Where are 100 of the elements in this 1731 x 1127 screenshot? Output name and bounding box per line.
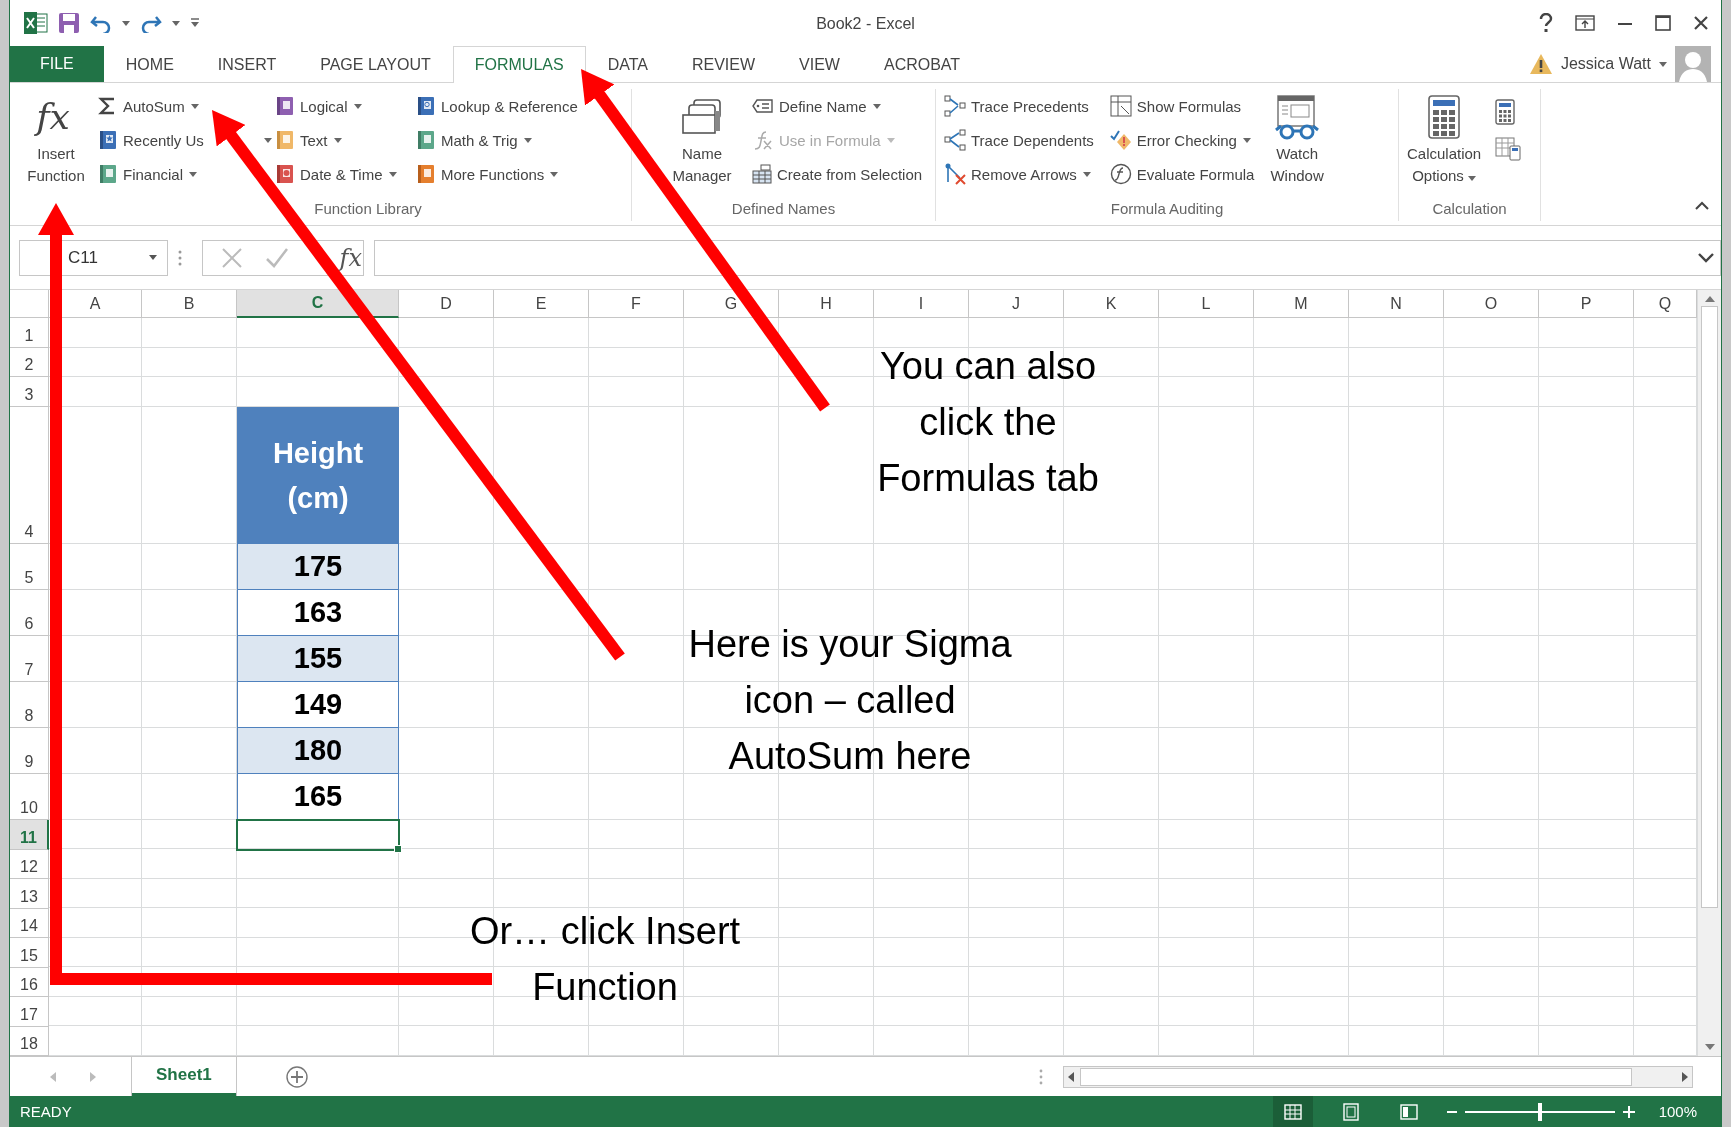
ribbon-display-icon[interactable]: [1575, 15, 1595, 31]
ribbon-button[interactable]: Create from Selection: [750, 157, 925, 191]
caret-icon[interactable]: [189, 171, 198, 177]
book-icon[interactable]: [416, 96, 436, 116]
expand-icon[interactable]: [1698, 252, 1714, 263]
column-header[interactable]: J: [969, 290, 1064, 318]
ribbon-tab[interactable]: PAGE LAYOUT: [298, 46, 453, 83]
ribbon-button[interactable]: Lookup & Reference: [414, 89, 580, 123]
column-header[interactable]: E: [494, 290, 589, 318]
ribbon-tab[interactable]: HOME: [103, 46, 196, 83]
calculator-icon[interactable]: [1428, 95, 1461, 139]
column-header[interactable]: H: [779, 290, 874, 318]
slider-thumb[interactable]: [1537, 1102, 1542, 1121]
column-header[interactable]: M: [1254, 290, 1349, 318]
book-icon[interactable]: [98, 164, 118, 184]
circle-function-icon[interactable]: [1109, 163, 1132, 185]
ribbon-tab[interactable]: FORMULAS: [452, 46, 586, 83]
caret-icon[interactable]: [333, 137, 342, 143]
ribbon-tab[interactable]: DATA: [585, 46, 670, 83]
ribbon-button[interactable]: Recently Us: [96, 123, 206, 157]
arrows-cross-icon[interactable]: [944, 163, 966, 185]
ribbon-button[interactable]: More Functions: [414, 157, 547, 191]
caret-icon[interactable]: [523, 137, 532, 143]
caret-icon[interactable]: [1082, 171, 1091, 177]
row-header[interactable]: 11: [10, 820, 49, 850]
ribbon-button[interactable]: Remove Arrows: [942, 157, 1079, 191]
ribbon-button[interactable]: Watch Window: [1268, 89, 1326, 197]
trace-arrows-icon[interactable]: [944, 95, 966, 117]
ribbon-button[interactable]: Define Name: [750, 89, 869, 123]
caret-icon[interactable]: [550, 171, 559, 177]
ribbon-button[interactable]: AutoSum: [96, 89, 187, 123]
column-header[interactable]: L: [1159, 290, 1254, 318]
row-header[interactable]: 17: [10, 997, 49, 1027]
caret-icon[interactable]: [388, 171, 397, 177]
row-header[interactable]: 1: [10, 318, 49, 348]
ribbon-button[interactable]: Date & Time: [273, 157, 385, 191]
row-header[interactable]: 6: [10, 590, 49, 636]
name-box[interactable]: C11: [19, 239, 168, 276]
caret-icon[interactable]: [353, 103, 362, 109]
ribbon-button[interactable]: Financial: [96, 157, 186, 191]
active-cell[interactable]: [236, 819, 400, 851]
row-header[interactable]: 9: [10, 728, 49, 774]
row-header[interactable]: 14: [10, 908, 49, 938]
ribbon-button[interactable]: Math & Trig: [414, 123, 520, 157]
book-icon[interactable]: [275, 96, 295, 116]
ribbon-button[interactable]: Show Formulas: [1107, 89, 1244, 123]
insert-function-button[interactable]: fx: [339, 243, 362, 272]
ribbon-button[interactable]: Text: [273, 123, 330, 157]
scroll-right-icon[interactable]: [1682, 1071, 1688, 1082]
ribbon-tab[interactable]: REVIEW: [669, 46, 778, 83]
warning-check-icon[interactable]: [1109, 130, 1132, 150]
trace-arrows-icon[interactable]: [944, 129, 966, 151]
book-icon[interactable]: [416, 130, 436, 150]
ribbon-tab[interactable]: INSERT: [195, 46, 299, 83]
row-header[interactable]: 2: [10, 348, 49, 377]
column-header[interactable]: N: [1349, 290, 1444, 318]
help-icon[interactable]: [1539, 13, 1553, 33]
close-icon[interactable]: [1693, 15, 1709, 31]
scroll-up-icon[interactable]: [1704, 296, 1715, 302]
caret-icon[interactable]: [1242, 137, 1251, 143]
column-header[interactable]: Q: [1634, 290, 1697, 318]
row-header[interactable]: 13: [10, 879, 49, 909]
save-icon[interactable]: [58, 12, 80, 34]
ribbon-tab[interactable]: ACROBAT: [861, 46, 983, 83]
ribbon-button[interactable]: Trace Dependents: [942, 123, 1096, 157]
ribbon-button[interactable]: fx Insert Function: [16, 89, 96, 197]
ribbon-button[interactable]: Error Checking: [1107, 123, 1239, 157]
sheet-icon[interactable]: [1109, 95, 1132, 117]
stacked-tags-icon[interactable]: [680, 97, 724, 137]
ribbon-button[interactable]: Name Manager: [638, 89, 738, 197]
window-glasses-icon[interactable]: [1274, 94, 1321, 140]
zoom-in-icon[interactable]: [1622, 1105, 1635, 1118]
formula-input[interactable]: [374, 239, 1721, 276]
scroll-left-icon[interactable]: [1068, 1071, 1074, 1082]
caret-icon[interactable]: [190, 103, 199, 109]
horizontal-scrollbar[interactable]: [1063, 1065, 1693, 1088]
row-header[interactable]: 10: [10, 774, 49, 820]
collapse-ribbon-icon[interactable]: [1695, 201, 1709, 210]
vertical-scrollbar[interactable]: [1697, 290, 1721, 1056]
caret-icon[interactable]: [872, 103, 881, 109]
row-header[interactable]: 15: [10, 938, 49, 968]
row-header[interactable]: 18: [10, 1026, 49, 1056]
ribbon-button[interactable]: Logical: [273, 89, 350, 123]
warning-icon[interactable]: [1528, 53, 1553, 75]
column-header[interactable]: I: [874, 290, 969, 318]
ribbon-button[interactable]: Evaluate Formula: [1107, 157, 1257, 191]
user-name[interactable]: Jessica Watt: [1560, 55, 1651, 73]
row-header[interactable]: 3: [10, 377, 49, 407]
row-header[interactable]: 16: [10, 967, 49, 997]
add-sheet-icon[interactable]: [285, 1065, 308, 1088]
column-header[interactable]: B: [142, 290, 237, 318]
tag-icon[interactable]: [752, 98, 774, 114]
book-icon[interactable]: [416, 164, 436, 184]
book-icon[interactable]: [98, 130, 118, 150]
scroll-down-icon[interactable]: [1704, 1044, 1715, 1050]
column-header[interactable]: K: [1064, 290, 1159, 318]
check-icon[interactable]: [265, 246, 289, 269]
ribbon-button[interactable]: Trace Precedents: [942, 89, 1091, 123]
customize-icon[interactable]: [190, 18, 200, 28]
row-header[interactable]: 8: [10, 682, 49, 728]
